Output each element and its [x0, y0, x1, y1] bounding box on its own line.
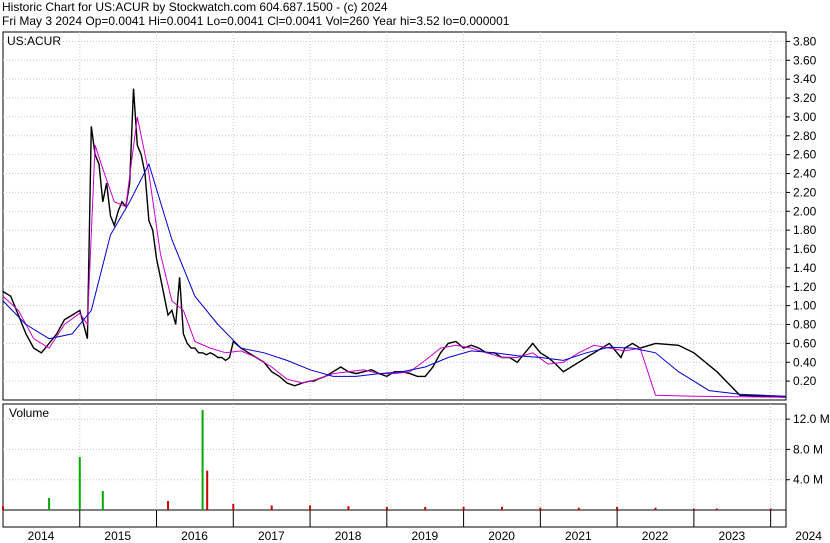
- price-y-tick-label: 3.80: [793, 34, 817, 48]
- price-y-tick-label: 0.80: [793, 318, 817, 332]
- volume-y-tick-label: 4.0 M: [793, 473, 823, 487]
- price-y-tick-label: 2.80: [793, 129, 817, 143]
- x-tick-label-2020: 2020: [488, 529, 515, 543]
- x-tick-label-2023: 2023: [719, 529, 746, 543]
- price-y-tick-label: 1.20: [793, 280, 817, 294]
- volume-panel-frame: [2, 403, 787, 511]
- price-y-tick-label: 1.80: [793, 223, 817, 237]
- x-tick-label-2024: 2024: [795, 529, 822, 543]
- price-y-tick-label: 2.40: [793, 167, 817, 181]
- price-y-tick-label: 0.40: [793, 355, 817, 369]
- price-y-tick-label: 2.20: [793, 185, 817, 199]
- x-tick-label-2017: 2017: [258, 529, 285, 543]
- volume-y-tick-label: 12.0 M: [793, 412, 830, 426]
- stock-chart: 2014 2015 2016 2017 2018 2019 2020 2021 2022 2023…: [2, 31, 830, 543]
- x-tick-label-2014: 2014: [28, 529, 55, 543]
- x-tick-label-2018: 2018: [335, 529, 362, 543]
- x-tick-label-2016: 2016: [181, 529, 208, 543]
- price-y-tick-label: 1.00: [793, 299, 817, 313]
- price-y-tick-label: 3.60: [793, 53, 817, 67]
- price-y-tick-label: 1.60: [793, 242, 817, 256]
- price-y-tick-label: 3.00: [793, 110, 817, 124]
- price-panel-title: US:ACUR: [7, 34, 61, 48]
- price-y-tick-label: 1.40: [793, 261, 817, 275]
- x-tick-label-2022: 2022: [642, 529, 669, 543]
- price-y-tick-label: 2.00: [793, 204, 817, 218]
- x-tick-label-2021: 2021: [565, 529, 592, 543]
- price-y-tick-label: 0.60: [793, 336, 817, 350]
- volume-y-tick-label: 8.0 M: [793, 442, 823, 456]
- price-y-tick-label: 0.20: [793, 374, 817, 388]
- x-tick-label-2019: 2019: [411, 529, 438, 543]
- x-axis-panel-frame: [2, 509, 787, 528]
- x-tick-label-2015: 2015: [104, 529, 131, 543]
- price-y-tick-label: 3.20: [793, 91, 817, 105]
- volume-panel-title: Volume: [9, 406, 49, 420]
- price-y-tick-label: 2.60: [793, 148, 817, 162]
- price-y-tick-label: 3.40: [793, 72, 817, 86]
